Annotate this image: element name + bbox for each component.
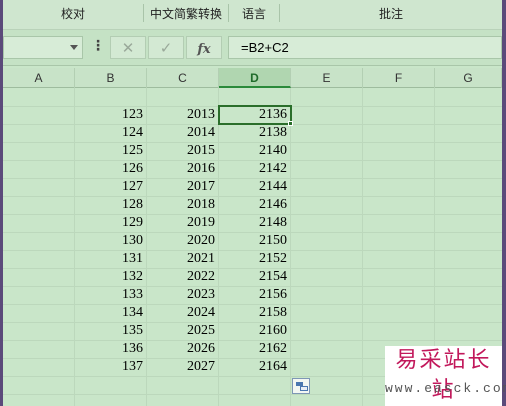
cell-b[interactable]: 124 bbox=[75, 124, 146, 142]
confirm-button[interactable]: ✓ bbox=[148, 36, 184, 59]
column-headers: A B C D E F G bbox=[3, 68, 502, 88]
cell-c[interactable]: 2022 bbox=[147, 268, 218, 286]
cell-b[interactable]: 127 bbox=[75, 178, 146, 196]
cell-d[interactable]: 2162 bbox=[219, 340, 290, 358]
ribbon-group-language[interactable]: 语言 bbox=[229, 0, 279, 24]
watermark-url: www.easck.com bbox=[385, 381, 506, 396]
cell-c[interactable]: 2021 bbox=[147, 250, 218, 268]
cell-c[interactable]: 2013 bbox=[147, 106, 218, 124]
cell-b[interactable]: 135 bbox=[75, 322, 146, 340]
autofill-options-icon[interactable] bbox=[292, 378, 310, 394]
cell-d[interactable]: 2138 bbox=[219, 124, 290, 142]
cell-d[interactable]: 2156 bbox=[219, 286, 290, 304]
close-icon: ✕ bbox=[121, 39, 135, 57]
cell-b[interactable]: 128 bbox=[75, 196, 146, 214]
fill-handle[interactable] bbox=[288, 121, 293, 126]
cell-b[interactable]: 134 bbox=[75, 304, 146, 322]
cell-d[interactable]: 2140 bbox=[219, 142, 290, 160]
cell-d[interactable]: 2152 bbox=[219, 250, 290, 268]
insert-function-button[interactable]: fx bbox=[186, 36, 222, 59]
cell-c[interactable]: 2025 bbox=[147, 322, 218, 340]
formula-input[interactable]: =B2+C2 bbox=[228, 36, 502, 59]
cancel-button[interactable]: ✕ bbox=[110, 36, 146, 59]
cell-d[interactable]: 2146 bbox=[219, 196, 290, 214]
cell-c[interactable]: 2014 bbox=[147, 124, 218, 142]
column-header-d[interactable]: D bbox=[219, 68, 291, 88]
cell-b[interactable]: 133 bbox=[75, 286, 146, 304]
cell-d[interactable]: 2164 bbox=[219, 358, 290, 376]
cell-b[interactable]: 125 bbox=[75, 142, 146, 160]
column-header-b[interactable]: B bbox=[75, 68, 147, 88]
cell-b[interactable]: 123 bbox=[75, 106, 146, 124]
column-header-e[interactable]: E bbox=[291, 68, 363, 88]
cell-c[interactable]: 2015 bbox=[147, 142, 218, 160]
column-header-f[interactable]: F bbox=[363, 68, 435, 88]
cell-b[interactable]: 130 bbox=[75, 232, 146, 250]
cell-d[interactable]: 2150 bbox=[219, 232, 290, 250]
cell-c[interactable]: 2017 bbox=[147, 178, 218, 196]
ribbon-group-chinese-conversion[interactable]: 中文简繁转换 bbox=[144, 0, 228, 24]
column-header-a[interactable]: A bbox=[3, 68, 75, 88]
cell-d[interactable]: 2160 bbox=[219, 322, 290, 340]
check-icon: ✓ bbox=[159, 39, 173, 57]
cell-d[interactable]: 2154 bbox=[219, 268, 290, 286]
chevron-down-icon[interactable] bbox=[70, 45, 78, 50]
cell-c[interactable]: 2019 bbox=[147, 214, 218, 232]
more-options-icon[interactable]: ⋮ bbox=[91, 37, 105, 57]
cell-c[interactable]: 2026 bbox=[147, 340, 218, 358]
cell-b[interactable]: 131 bbox=[75, 250, 146, 268]
cell-b[interactable]: 136 bbox=[75, 340, 146, 358]
cell-d[interactable]: 2148 bbox=[219, 214, 290, 232]
autofill-options-icon-part bbox=[300, 386, 308, 391]
watermark: 易采站长站 www.easck.com bbox=[385, 346, 506, 406]
cell-c[interactable]: 2016 bbox=[147, 160, 218, 178]
active-cell-selection[interactable] bbox=[218, 105, 292, 125]
cell-b[interactable]: 137 bbox=[75, 358, 146, 376]
ribbon-group-labels: 校对 中文简繁转换 语言 批注 bbox=[3, 0, 502, 30]
ribbon-group-proofing[interactable]: 校对 bbox=[3, 0, 143, 24]
cell-b[interactable]: 132 bbox=[75, 268, 146, 286]
cell-d[interactable]: 2142 bbox=[219, 160, 290, 178]
name-box[interactable] bbox=[3, 36, 83, 59]
cell-b[interactable]: 126 bbox=[75, 160, 146, 178]
column-header-g[interactable]: G bbox=[435, 68, 502, 88]
cell-d[interactable]: 2158 bbox=[219, 304, 290, 322]
cell-d[interactable]: 2144 bbox=[219, 178, 290, 196]
cell-c[interactable]: 2027 bbox=[147, 358, 218, 376]
cell-b[interactable]: 129 bbox=[75, 214, 146, 232]
cell-c[interactable]: 2024 bbox=[147, 304, 218, 322]
window-frame-right bbox=[502, 0, 506, 406]
cell-c[interactable]: 2018 bbox=[147, 196, 218, 214]
ribbon-group-comments[interactable]: 批注 bbox=[280, 0, 502, 24]
cell-c[interactable]: 2023 bbox=[147, 286, 218, 304]
formula-bar: ⋮ ✕ ✓ fx =B2+C2 bbox=[3, 30, 502, 66]
function-icon: fx bbox=[197, 42, 211, 57]
column-header-c[interactable]: C bbox=[147, 68, 219, 88]
cell-c[interactable]: 2020 bbox=[147, 232, 218, 250]
watermark-title: 易采站长站 bbox=[395, 348, 492, 403]
